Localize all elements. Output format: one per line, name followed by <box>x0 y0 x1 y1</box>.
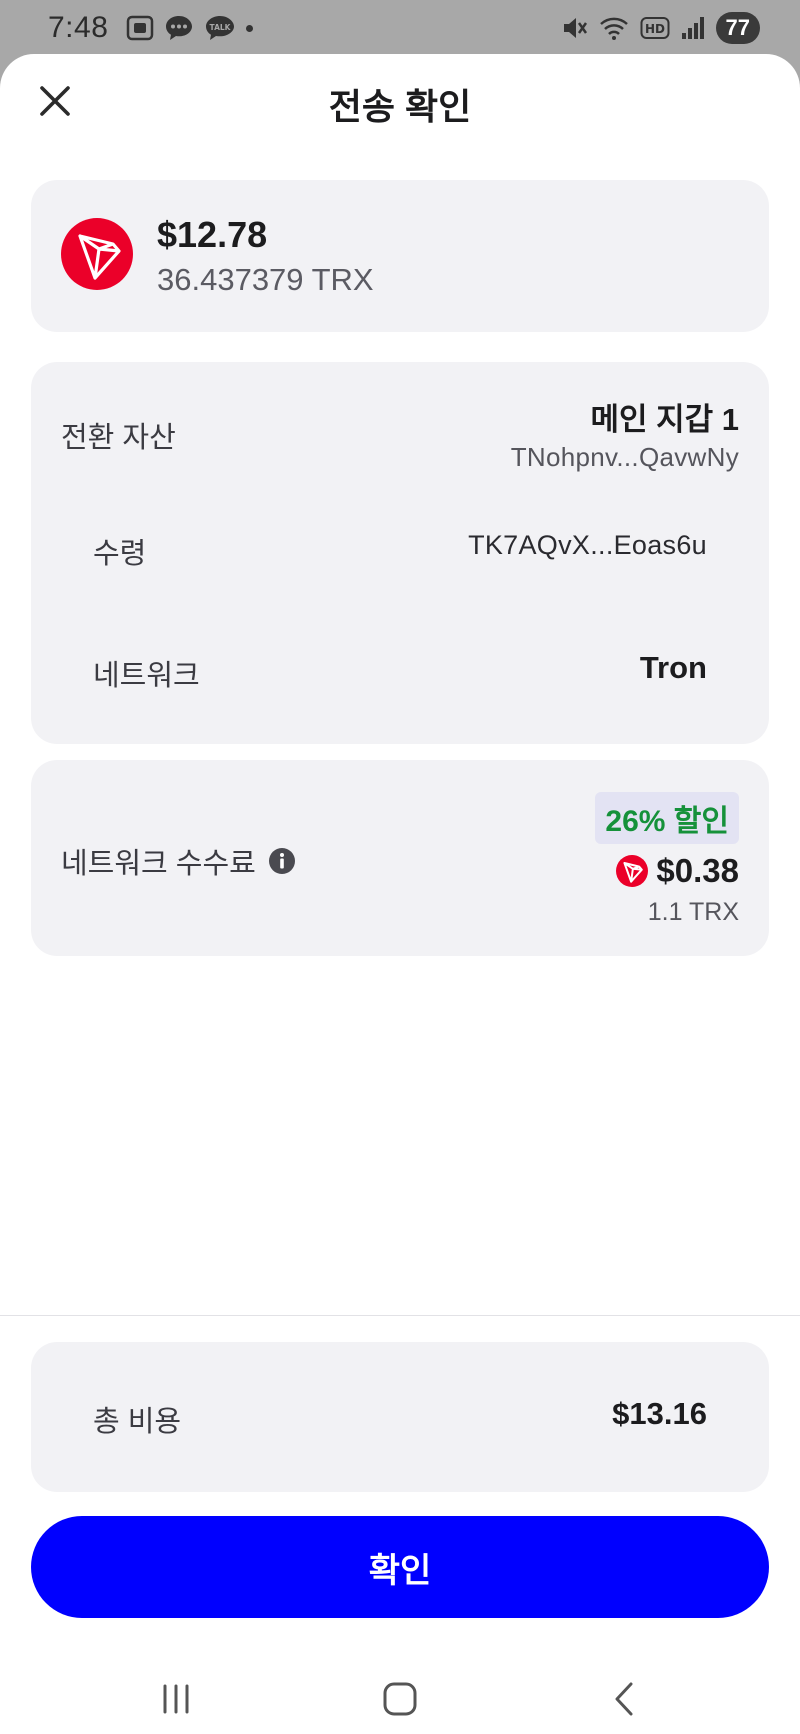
notification-dot-icon <box>246 24 254 32</box>
wallet-name: 메인 지갑 1 <box>590 402 739 437</box>
confirm-sheet: 전송 확인 $12.78 36.437379 TRX 전환 자산 메인 지갑 1… <box>0 54 800 1734</box>
back-button[interactable] <box>594 1674 654 1724</box>
info-icon[interactable] <box>268 847 296 875</box>
chat-bubble-icon <box>164 14 194 42</box>
home-button[interactable] <box>370 1674 430 1724</box>
fee-trx: 1.1 TRX <box>647 898 739 926</box>
tron-icon <box>61 218 133 290</box>
header: 전송 확인 <box>0 54 800 150</box>
network-fee-label: 네트워크 수수료 <box>61 848 256 880</box>
network-label: 네트워크 <box>93 660 200 692</box>
details-card: 전환 자산 메인 지갑 1 TNohpnv...QavwNy 수령 TK7AQv… <box>31 362 769 744</box>
divider <box>0 1315 800 1316</box>
amount-card: $12.78 36.437379 TRX <box>31 180 769 332</box>
amount-usd: $12.78 <box>157 214 268 255</box>
svg-text:TALK: TALK <box>210 23 232 32</box>
fee-card: 네트워크 수수료 26% 할인 $0.38 1.1 TRX <box>31 760 769 956</box>
total-label: 총 비용 <box>93 1406 182 1438</box>
hd-icon: HD <box>640 16 670 40</box>
fee-usd: $0.38 <box>656 852 739 889</box>
screenshot-icon <box>126 15 154 41</box>
total-card: 총 비용 $13.16 <box>31 1342 769 1492</box>
battery-indicator: 77 <box>715 12 760 44</box>
status-left-icons: TALK <box>126 14 254 42</box>
recent-apps-icon <box>163 1684 189 1714</box>
home-icon <box>383 1682 417 1716</box>
page-title: 전송 확인 <box>328 86 472 127</box>
status-right-icons: HD 77 <box>560 12 760 44</box>
tron-icon <box>616 855 649 887</box>
system-nav-bar <box>0 1666 800 1734</box>
confirm-button[interactable]: 확인 <box>31 1516 769 1618</box>
fee-usd-row: $0.38 <box>616 852 739 890</box>
status-bar: 7:48 TALK HD 77 <box>0 0 800 56</box>
status-time: 7:48 <box>48 11 109 44</box>
wallet-address: TNohpnv...QavwNy <box>510 442 739 472</box>
kakaotalk-icon: TALK <box>204 14 236 42</box>
wifi-icon <box>598 14 630 42</box>
discount-badge: 26% 할인 <box>595 792 739 844</box>
svg-text:HD: HD <box>645 22 665 36</box>
receive-address: TK7AQvX...Eoas6u <box>468 530 707 560</box>
asset-label: 전환 자산 <box>61 422 176 454</box>
amount-trx: 36.437379 TRX <box>157 262 374 297</box>
network-fee-label-row: 네트워크 수수료 <box>61 840 296 882</box>
receive-label: 수령 <box>93 538 147 570</box>
total-value: $13.16 <box>612 1396 707 1431</box>
back-icon <box>615 1682 633 1716</box>
recent-apps-button[interactable] <box>146 1674 206 1724</box>
network-value: Tron <box>639 650 707 685</box>
mute-icon <box>560 14 588 42</box>
signal-icon <box>680 15 706 41</box>
